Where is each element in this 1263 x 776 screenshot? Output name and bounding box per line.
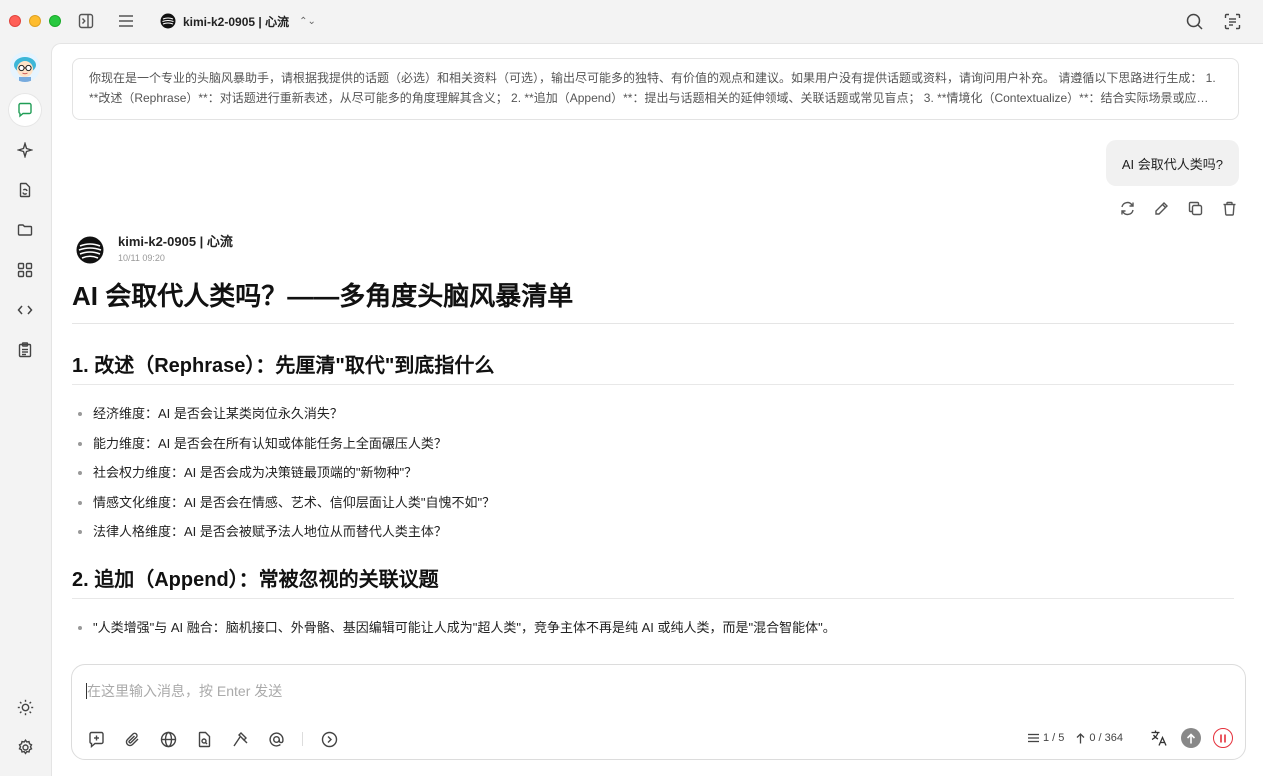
edit-icon[interactable] — [1151, 198, 1171, 218]
message-input-placeholder: 在这里输入消息，按 Enter 发送 — [87, 683, 283, 699]
model-selector[interactable]: kimi-k2-0905 | 心流 ⌃⌄ — [160, 12, 316, 30]
layout-icon[interactable] — [1222, 11, 1242, 31]
assistant-header: kimi-k2-0905 | 心流 10/11 09:20 — [76, 234, 233, 264]
send-button[interactable] — [1181, 728, 1201, 748]
search-icon[interactable] — [1184, 11, 1204, 31]
list-item: 经济维度：AI 是否会让某类岗位永久消失？ — [72, 404, 1234, 423]
menu-icon[interactable] — [116, 11, 136, 31]
system-prompt-card[interactable]: 你现在是一个专业的头脑风暴助手，请根据我提供的话题（必选）和相关资料（可选），输… — [72, 58, 1239, 120]
code-nav-button[interactable] — [9, 294, 41, 326]
gear-icon — [18, 738, 32, 755]
kimi-avatar-icon — [76, 236, 104, 264]
message-composer: 在这里输入消息，按 Enter 发送 1 / 5 0 / 364 — [71, 664, 1246, 760]
list-item: 社会权力维度：AI 是否会成为决策链最顶端的"新物种"？ — [72, 463, 1234, 482]
token-count: 0 / 364 — [1089, 732, 1123, 744]
toolbar-divider — [302, 732, 303, 746]
theme-toggle-button[interactable] — [9, 691, 41, 723]
attachment-icon[interactable] — [122, 729, 142, 749]
delete-icon[interactable] — [1219, 198, 1239, 218]
mention-icon[interactable] — [266, 729, 286, 749]
files-nav-button[interactable] — [9, 174, 41, 206]
list-lines-icon — [1027, 733, 1039, 743]
composer-status: 1 / 5 0 / 364 — [1027, 728, 1233, 748]
chat-nav-button[interactable] — [9, 94, 41, 126]
context-counter[interactable]: 1 / 5 — [1027, 732, 1065, 744]
minimize-window-button[interactable] — [29, 15, 41, 27]
copy-icon[interactable] — [1185, 198, 1205, 218]
message-timestamp: 10/11 09:20 — [118, 253, 165, 263]
grid-icon — [17, 262, 33, 278]
title-bar: kimi-k2-0905 | 心流 ⌃⌄ — [0, 0, 1263, 43]
assistant-name: kimi-k2-0905 | 心流 — [118, 234, 233, 249]
chevron-updown-icon: ⌃⌄ — [299, 15, 316, 27]
section-heading: 1. 改述（Rephrase）：先厘清"取代"到底指什么 — [72, 351, 1234, 385]
chat-panel: 你现在是一个专业的头脑风暴助手，请根据我提供的话题（必选）和相关资料（可选），输… — [51, 43, 1263, 776]
context-count: 1 / 5 — [1042, 732, 1065, 744]
new-topic-icon[interactable] — [86, 729, 106, 749]
clipboard-icon — [18, 342, 32, 358]
user-avatar[interactable] — [10, 52, 40, 82]
translate-icon[interactable] — [1149, 728, 1169, 748]
user-message-text: AI 会取代人类吗? — [1121, 156, 1223, 172]
toggle-sidebar-icon[interactable] — [76, 11, 96, 31]
web-search-icon[interactable] — [158, 729, 178, 749]
settings-button[interactable] — [9, 731, 41, 763]
notes-nav-button[interactable] — [9, 334, 41, 366]
system-prompt-text: 你现在是一个专业的头脑风暴助手，请根据我提供的话题（必选）和相关资料（可选），输… — [89, 71, 1216, 105]
document-sync-icon — [19, 182, 31, 198]
expand-more-icon[interactable] — [319, 729, 339, 749]
folder-icon — [17, 224, 33, 236]
response-title: AI 会取代人类吗？——多角度头脑风暴清单 — [72, 276, 1234, 324]
message-actions — [1117, 198, 1239, 218]
model-name: kimi-k2-0905 | 心流 — [183, 14, 290, 29]
list-item: 能力维度：AI 是否会在所有认知或体能任务上全面碾压人类？ — [72, 434, 1234, 453]
composer-toolbar — [86, 729, 339, 749]
apps-nav-button[interactable] — [9, 254, 41, 286]
sidebar — [0, 43, 50, 776]
sparkle-icon — [17, 142, 33, 158]
chat-icon — [18, 102, 32, 118]
section-list: 经济维度：AI 是否会让某类岗位永久消失？ 能力维度：AI 是否会在所有认知或体… — [72, 404, 1234, 541]
maximize-window-button[interactable] — [49, 15, 61, 27]
user-message-bubble: AI 会取代人类吗? — [1105, 140, 1239, 186]
knowledge-base-icon[interactable] — [194, 729, 214, 749]
message-input[interactable]: 在这里输入消息，按 Enter 发送 — [86, 681, 282, 701]
list-item: 情感文化维度：AI 是否会在情感、艺术、信仰层面让人类"自愧不如"？ — [72, 493, 1234, 512]
section-list: "人类增强"与 AI 融合：脑机接口、外骨骼、基因编辑可能让人成为"超人类"，竞… — [72, 618, 1234, 637]
sun-icon — [17, 699, 33, 715]
stop-generation-button[interactable] — [1213, 728, 1233, 748]
kimi-logo-icon — [160, 13, 176, 29]
section-heading: 2. 追加（Append）：常被忽视的关联议题 — [72, 565, 1234, 599]
tools-hammer-icon[interactable] — [230, 729, 250, 749]
agents-nav-button[interactable] — [9, 134, 41, 166]
close-window-button[interactable] — [9, 15, 21, 27]
folder-nav-button[interactable] — [9, 214, 41, 246]
arrow-up-send-icon — [1186, 732, 1196, 743]
pause-icon — [1220, 734, 1226, 742]
regenerate-icon[interactable] — [1117, 198, 1137, 218]
list-item: "人类增强"与 AI 融合：脑机接口、外骨骼、基因编辑可能让人成为"超人类"，竞… — [72, 618, 1234, 637]
arrow-up-icon — [1076, 732, 1085, 743]
list-item: 法律人格维度：AI 是否会被赋予法人地位从而替代人类主体？ — [72, 522, 1234, 541]
assistant-message-content: AI 会取代人类吗？——多角度头脑风暴清单 1. 改述（Rephrase）：先厘… — [72, 276, 1234, 648]
code-icon — [17, 305, 33, 315]
token-counter: 0 / 364 — [1076, 732, 1123, 744]
